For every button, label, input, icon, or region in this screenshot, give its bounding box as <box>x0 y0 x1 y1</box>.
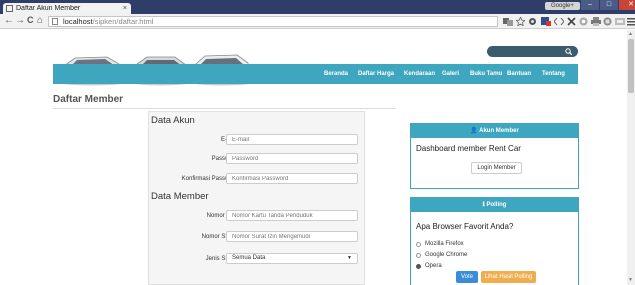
password-field[interactable] <box>226 153 358 164</box>
register-form: Data Akun E-mail Password Konfirmasi Pas… <box>148 111 365 285</box>
vote-button[interactable]: Vote <box>456 271 478 283</box>
nav-item-kendaraan[interactable]: Kendaraan <box>404 64 435 84</box>
email-field[interactable] <box>226 134 358 145</box>
grid-extension-icon[interactable] <box>603 17 612 26</box>
back-arrow-icon[interactable]: ← <box>4 15 14 26</box>
window-controls: – □ ✕ <box>580 0 635 10</box>
konfirmasi-password-field[interactable] <box>226 173 358 184</box>
radio-chrome[interactable] <box>416 252 421 258</box>
user-icon: 👤 <box>470 128 478 134</box>
search-icon[interactable] <box>565 48 572 55</box>
akun-member-header: 👤 Akun Member <box>411 124 578 138</box>
option-label-chrome: Google Chrome <box>425 252 468 258</box>
page-title: Daftar Member <box>53 94 124 105</box>
info-icon: ℹ <box>482 202 485 208</box>
radio-opera[interactable] <box>416 263 421 269</box>
x-close-extension-icon[interactable] <box>567 17 576 26</box>
browser-tab[interactable]: Daftar Akun Member × <box>3 3 131 14</box>
radio-firefox[interactable] <box>416 241 421 247</box>
data-member-heading: Data Member <box>151 191 209 202</box>
polling-title: Polling <box>486 202 507 208</box>
polling-header: ℹ Polling <box>411 198 578 212</box>
reload-icon[interactable]: C <box>27 15 34 25</box>
nav-item-tentang[interactable]: Tentang <box>542 64 565 84</box>
option-label-opera: Opera <box>425 263 442 269</box>
dashboard-title: Dashboard member Rent Car <box>416 144 521 153</box>
settings-extension-icon[interactable] <box>615 18 625 25</box>
page-scrollbar[interactable]: ▲ ▼ <box>627 30 635 285</box>
scroll-down-icon[interactable]: ▼ <box>628 277 633 283</box>
scroll-up-icon[interactable]: ▲ <box>628 31 633 37</box>
chrome-extension-icon[interactable] <box>579 17 588 26</box>
main-navbar: Beranda Daftar Harga Kendaraan Galeri Bu… <box>53 64 578 84</box>
jenis-sim-select[interactable]: Semua Data ▼ <box>226 253 358 264</box>
radio-option-opera[interactable]: Opera <box>416 263 442 269</box>
radio-option-chrome[interactable]: Google Chrome <box>416 252 467 258</box>
menu-icon[interactable] <box>627 17 635 26</box>
extension-red-badge-icon[interactable] <box>541 17 551 26</box>
jenis-sim-value: Semua Data <box>232 255 266 261</box>
nav-item-bantuan[interactable]: Bantuan <box>507 64 531 84</box>
profile-badge[interactable]: Google+ <box>545 2 580 10</box>
akun-member-title: Akun Member <box>479 128 519 134</box>
radio-option-firefox[interactable]: Mozilla Firefox <box>416 241 464 247</box>
nav-item-buku-tamu[interactable]: Buku Tamu <box>470 64 502 84</box>
ktp-field[interactable] <box>226 210 358 221</box>
nav-item-daftar-harga[interactable]: Daftar Harga <box>358 64 394 84</box>
scrollbar-thumb[interactable] <box>628 39 634 93</box>
url-host: localhost <box>63 17 93 26</box>
nav-item-beranda[interactable]: Beranda <box>324 64 348 84</box>
browser-titlebar: Daftar Akun Member × Google+ – □ ✕ <box>0 0 635 14</box>
page-favicon-icon <box>6 5 13 12</box>
maximize-button[interactable]: □ <box>600 0 618 10</box>
login-member-button[interactable]: Login Member <box>471 162 522 174</box>
minimize-button[interactable]: – <box>581 0 599 10</box>
site-search-input[interactable] <box>487 46 578 57</box>
page-icon <box>52 18 58 25</box>
lihat-hasil-polling-button[interactable]: Lihat Hasil Polling <box>481 271 536 283</box>
star-bookmark-icon[interactable] <box>516 17 525 26</box>
data-akun-heading: Data Akun <box>151 115 195 126</box>
option-label-firefox: Mozilla Firefox <box>425 241 464 247</box>
translate-icon[interactable] <box>503 17 513 26</box>
browser-toolbar: ← → C ⌂ localhost/sipken/daftar.html <box>0 14 635 29</box>
nav-item-galeri[interactable]: Galeri <box>442 64 459 84</box>
address-bar[interactable]: localhost/sipken/daftar.html <box>48 16 498 27</box>
tab-title: Daftar Akun Member <box>16 5 81 12</box>
chevron-down-icon: ▼ <box>347 255 352 261</box>
polling-question: Apa Browser Favorit Anda? <box>416 222 514 231</box>
home-icon[interactable]: ⌂ <box>37 15 43 26</box>
polling-panel: ℹ Polling Apa Browser Favorit Anda? Mozi… <box>410 197 579 285</box>
tab-close-icon[interactable]: × <box>123 5 127 12</box>
sim-field[interactable] <box>226 231 358 242</box>
gear-icon[interactable] <box>528 17 537 26</box>
akun-member-panel: 👤 Akun Member Dashboard member Rent Car … <box>410 123 579 189</box>
code-icon[interactable] <box>554 18 564 25</box>
title-divider <box>53 108 396 109</box>
forward-arrow-icon[interactable]: → <box>15 15 25 26</box>
printer-icon[interactable] <box>591 17 601 26</box>
url-path: /sipken/daftar.html <box>92 17 154 26</box>
close-window-button[interactable]: ✕ <box>619 0 635 10</box>
